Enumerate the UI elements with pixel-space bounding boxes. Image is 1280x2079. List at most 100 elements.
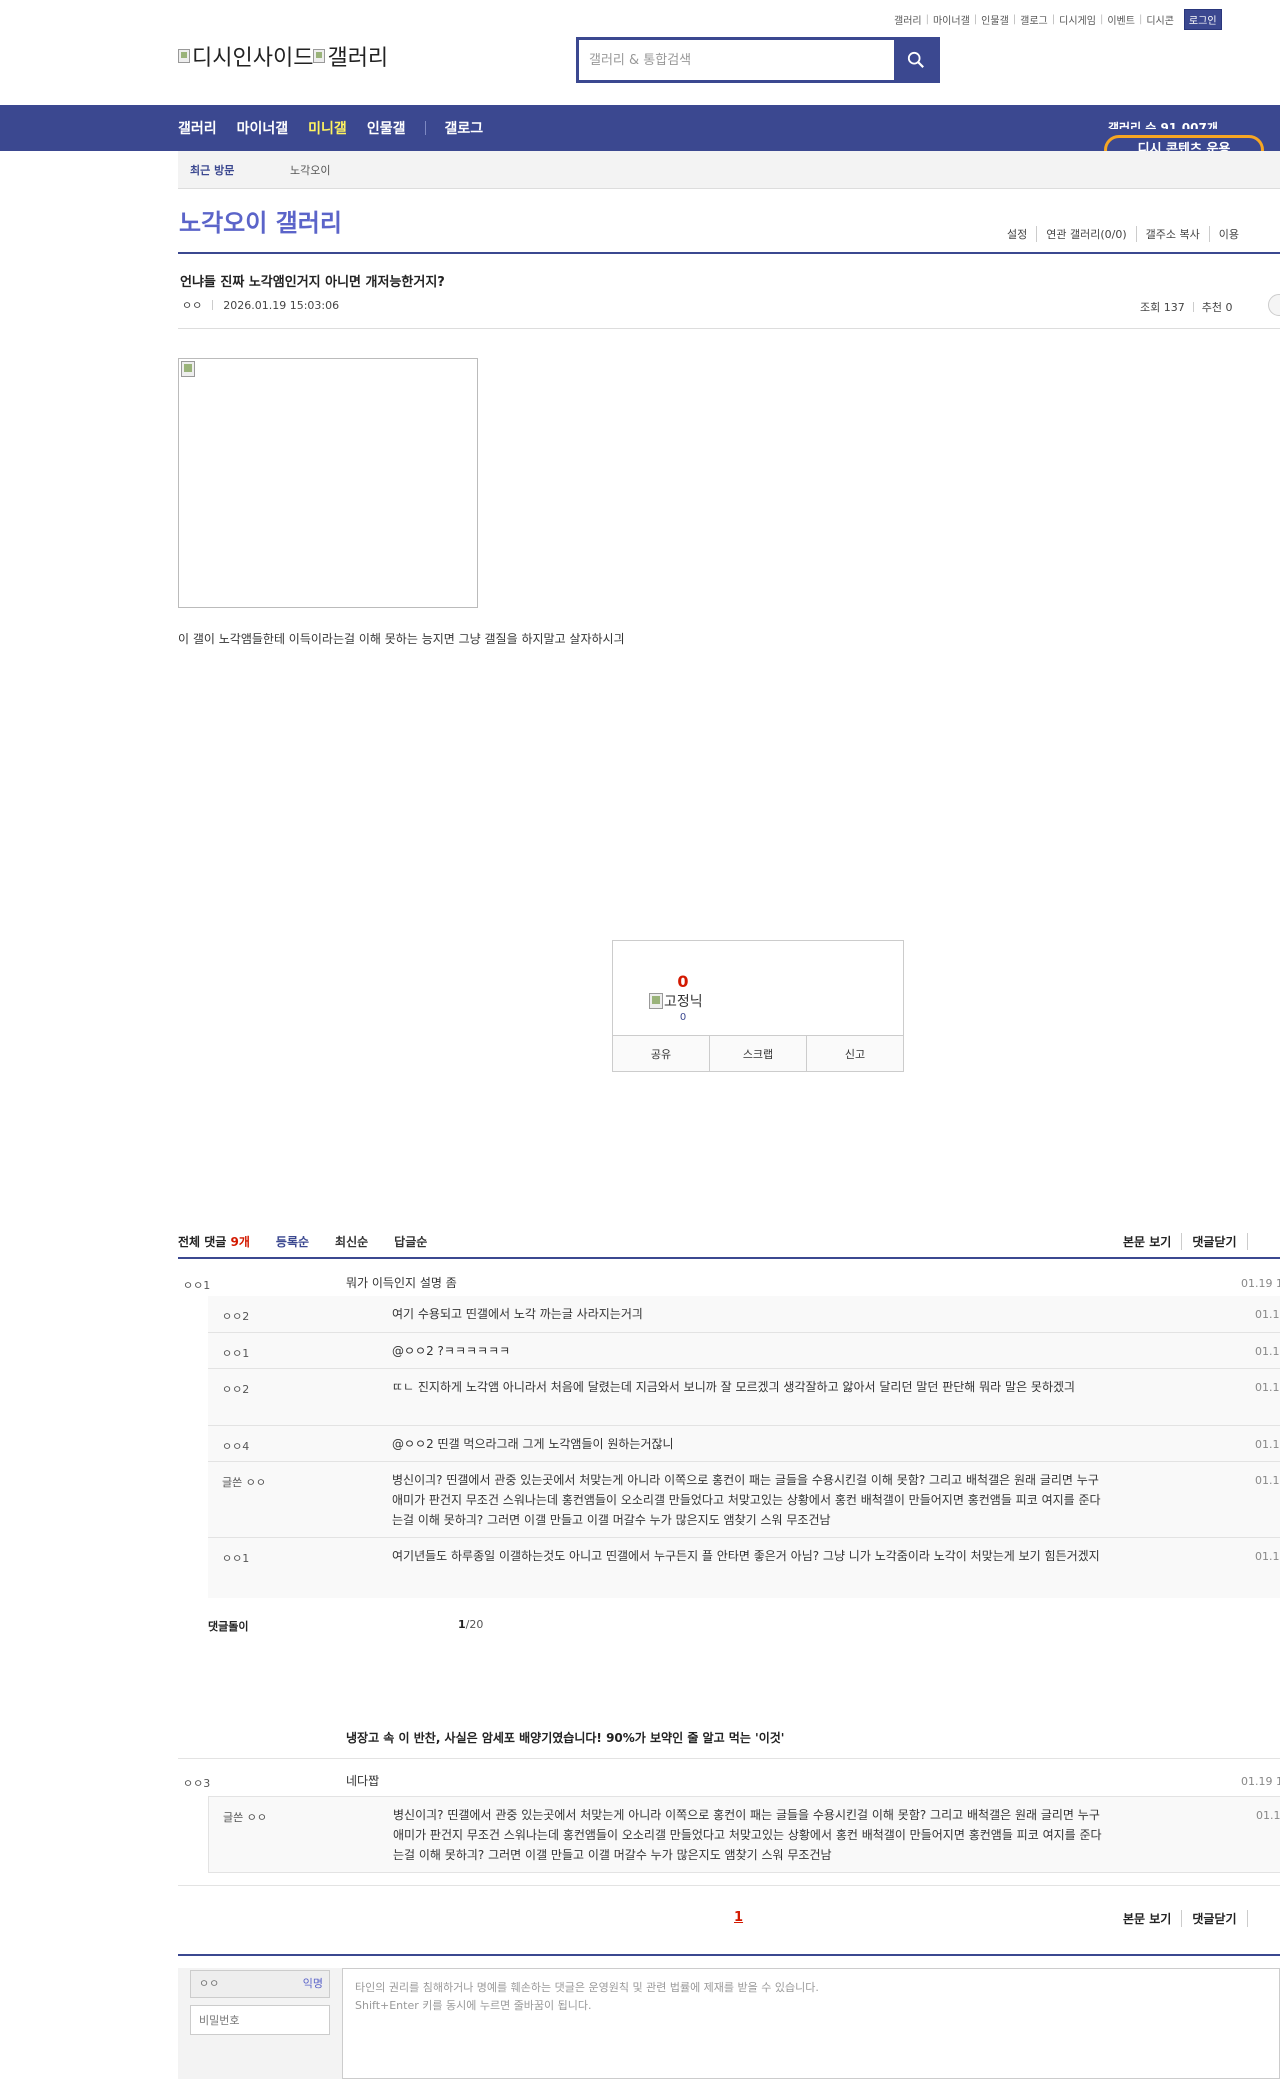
- recent-visit-item[interactable]: 노각오이: [290, 162, 330, 178]
- reply-row: ㅇㅇ4 @ㅇㅇ2 띤갤 먹으라그래 그게 노각앰들이 원하는거잖니 01.19 …: [208, 1425, 1280, 1461]
- recommend-count: 추천 0: [1201, 301, 1233, 314]
- copy-address-link[interactable]: 갤주소 복사: [1135, 226, 1209, 242]
- util-game-link[interactable]: 디시게임: [1055, 12, 1100, 27]
- util-gallery-link[interactable]: 갤러리: [890, 12, 926, 27]
- broken-image-icon: [313, 49, 326, 63]
- logo-dcinside[interactable]: 디시인사이드: [178, 40, 313, 72]
- refresh-button[interactable]: [1246, 1233, 1268, 1250]
- fixnick-alt-text: 고정닉: [664, 994, 703, 1010]
- reply-text: 여기년들도 하루종일 이갤하는것도 아니고 띤갤에서 누구든지 플 안타면 좋은…: [392, 1549, 1100, 1563]
- reply-mention[interactable]: @ㅇㅇ2: [392, 1344, 434, 1358]
- reply-text: ?ㅋㅋㅋㅋㅋㅋ: [433, 1344, 511, 1358]
- nav-minor-gallery[interactable]: 마이너갤: [237, 118, 289, 138]
- reply-mention[interactable]: @ㅇㅇ2: [392, 1437, 434, 1451]
- post-image[interactable]: [178, 358, 478, 608]
- top-utility-menu: 갤러리 | 마이너갤 | 인물갤 | 갤로그 | 디시게임 | 이벤트 | 디시콘 로그인: [890, 8, 1222, 30]
- comment-date: 01.19 15:: [1241, 1775, 1280, 1788]
- reply-nick[interactable]: ㅇㅇ1: [222, 1550, 249, 1566]
- share-button[interactable]: 공유: [613, 1036, 709, 1071]
- comment-actions: 본문 보기 댓글닫기: [1113, 1233, 1268, 1250]
- site-logo[interactable]: 디시인사이드 갤러리: [178, 40, 388, 72]
- reply-date: 01.19 15:0: [1255, 1438, 1280, 1451]
- login-button[interactable]: 로그인: [1183, 8, 1222, 30]
- comment-nick[interactable]: ㅇㅇ3: [183, 1775, 210, 1791]
- scrap-button[interactable]: 스크랩: [709, 1036, 806, 1071]
- comment-jump-button[interactable]: [1268, 294, 1280, 316]
- logo-alt-text: 갤러리: [327, 46, 389, 71]
- post-meta: ㅇㅇ 2026.01.19 15:03:06: [182, 297, 339, 313]
- post-author[interactable]: ㅇㅇ: [182, 297, 202, 313]
- nav-gallery[interactable]: 갤러리: [178, 118, 217, 138]
- report-button[interactable]: 신고: [806, 1036, 903, 1071]
- close-comments-button[interactable]: 댓글닫기: [1181, 1910, 1246, 1927]
- broken-image-icon: [178, 49, 190, 63]
- sort-latest[interactable]: 최신순: [335, 1233, 368, 1250]
- comment-page-1[interactable]: 1: [734, 1910, 743, 1925]
- reply-row: ㅇㅇ1 여기년들도 하루종일 이갤하는것도 아니고 띤갤에서 누구든지 플 안타…: [208, 1537, 1280, 1598]
- logo-alt-text: 디시인사이드: [192, 46, 314, 71]
- comment-bot-pager[interactable]: 1/20: [458, 1618, 483, 1634]
- fixnick-count: 0: [679, 1012, 687, 1023]
- sort-registered[interactable]: 등록순: [276, 1233, 309, 1250]
- ad-text-link[interactable]: 냉장고 속 이 반찬, 사실은 암세포 배양기였습니다! 90%가 보약인 줄 …: [346, 1729, 784, 1746]
- reply-row: 글쓴 ㅇㅇ 병신이긔? 띤갤에서 관중 있는곳에서 처맞는게 아니라 이쪽으로 …: [208, 1796, 1280, 1873]
- recommend-box: 0 고정닉 0 공유 스크랩 신고: [612, 940, 904, 1072]
- refresh-button[interactable]: [1246, 1910, 1268, 1927]
- util-dccon-link[interactable]: 디시콘: [1142, 12, 1178, 27]
- reply-date: 01.19 15:0: [1255, 1308, 1280, 1321]
- reply-text: 병신이긔? 띤갤에서 관중 있는곳에서 처맞는게 아니라 이쪽으로 홍컨이 패는…: [392, 1473, 1101, 1527]
- gallery-count: 갤러리 수 91,007개: [1108, 121, 1218, 129]
- reply-nick[interactable]: 글쓴 ㅇㅇ: [223, 1809, 267, 1825]
- nav-person-gallery[interactable]: 인물갤: [367, 118, 406, 138]
- comment-textarea[interactable]: [342, 1968, 1280, 2079]
- search-button[interactable]: [894, 40, 937, 80]
- util-minor-link[interactable]: 마이너갤: [929, 12, 974, 27]
- close-comments-button[interactable]: 댓글닫기: [1181, 1233, 1246, 1250]
- comment-row: ㅇㅇ1 뭐가 이득인지 설명 좀 01.19 15:: [178, 1270, 1280, 1296]
- reply-nick[interactable]: ㅇㅇ2: [222, 1308, 249, 1324]
- row-divider: [178, 1758, 1280, 1759]
- settings-link[interactable]: 설정: [1007, 226, 1036, 242]
- reply-nick[interactable]: 글쓴 ㅇㅇ: [222, 1474, 266, 1490]
- view-count: 조회 137: [1140, 301, 1185, 314]
- comment-divider: [178, 1257, 1280, 1259]
- reply-nick[interactable]: ㅇㅇ4: [222, 1438, 249, 1454]
- recent-visit-bar: 최근 방문 노각오이: [178, 151, 1280, 189]
- search-bar: [576, 37, 940, 83]
- reply-text: ㄸㄴ 진지하게 노각앰 아니라서 처음에 달렸는데 지금와서 보니까 잘 모르겠…: [392, 1380, 1076, 1394]
- reply-text: 병신이긔? 띤갤에서 관중 있는곳에서 처맞는게 아니라 이쪽으로 홍컨이 패는…: [393, 1808, 1102, 1862]
- comment-text: 네다짭: [346, 1774, 380, 1788]
- title-divider: [178, 252, 1280, 254]
- recent-visit-label[interactable]: 최근 방문: [190, 162, 290, 178]
- util-gallog-link[interactable]: 갤로그: [1016, 12, 1052, 27]
- password-field[interactable]: [190, 2005, 330, 2035]
- nav-mini-gallery[interactable]: 미니갤: [308, 118, 347, 138]
- gallery-title[interactable]: 노각오이 갤러리: [179, 203, 342, 238]
- nav-gallog[interactable]: 갤로그: [444, 118, 483, 138]
- comment-text: 뭐가 이득인지 설명 좀: [346, 1276, 457, 1290]
- post-datetime: 2026.01.19 15:03:06: [223, 298, 340, 312]
- reply-row: ㅇㅇ2 ㄸㄴ 진지하게 노각앰 아니라서 처음에 달렸는데 지금와서 보니까 잘…: [208, 1368, 1280, 1425]
- util-event-link[interactable]: 이벤트: [1103, 12, 1139, 27]
- reply-row: ㅇㅇ1 @ㅇㅇ2 ?ㅋㅋㅋㅋㅋㅋ 01.19 15:0: [208, 1332, 1280, 1368]
- usage-link[interactable]: 이용: [1208, 226, 1248, 242]
- write-divider: [178, 1954, 1280, 1956]
- view-body-button[interactable]: 본문 보기: [1113, 1910, 1181, 1927]
- reply-nick[interactable]: ㅇㅇ2: [222, 1381, 249, 1397]
- logo-gallery[interactable]: 갤러리: [313, 40, 388, 72]
- comment-nick[interactable]: ㅇㅇ1: [183, 1277, 210, 1293]
- related-gallery-link[interactable]: 연관 갤러리(0/0): [1036, 226, 1135, 242]
- reply-date: 01.19 15:0: [1255, 1550, 1280, 1563]
- nav-divider: [425, 121, 427, 135]
- reply-nick[interactable]: ㅇㅇ1: [222, 1345, 249, 1361]
- sort-replies[interactable]: 답글순: [394, 1233, 427, 1250]
- util-person-link[interactable]: 인물갤: [977, 12, 1013, 27]
- reply-date: 01.19 15:0: [1255, 1474, 1280, 1487]
- search-input[interactable]: [579, 40, 894, 80]
- main-navigation: 갤러리 마이너갤 미니갤 인물갤 갤로그 갤러리 수 91,007개 디시 콘텐…: [0, 105, 1280, 165]
- comment-bot-label: 댓글돌이: [208, 1620, 249, 1633]
- view-body-button[interactable]: 본문 보기: [1113, 1233, 1181, 1250]
- anon-label: 익명: [302, 1977, 323, 1990]
- name-field[interactable]: ㅇㅇ 익명: [190, 1970, 330, 1998]
- fixnick-recommend-button[interactable]: 고정닉: [649, 991, 703, 1011]
